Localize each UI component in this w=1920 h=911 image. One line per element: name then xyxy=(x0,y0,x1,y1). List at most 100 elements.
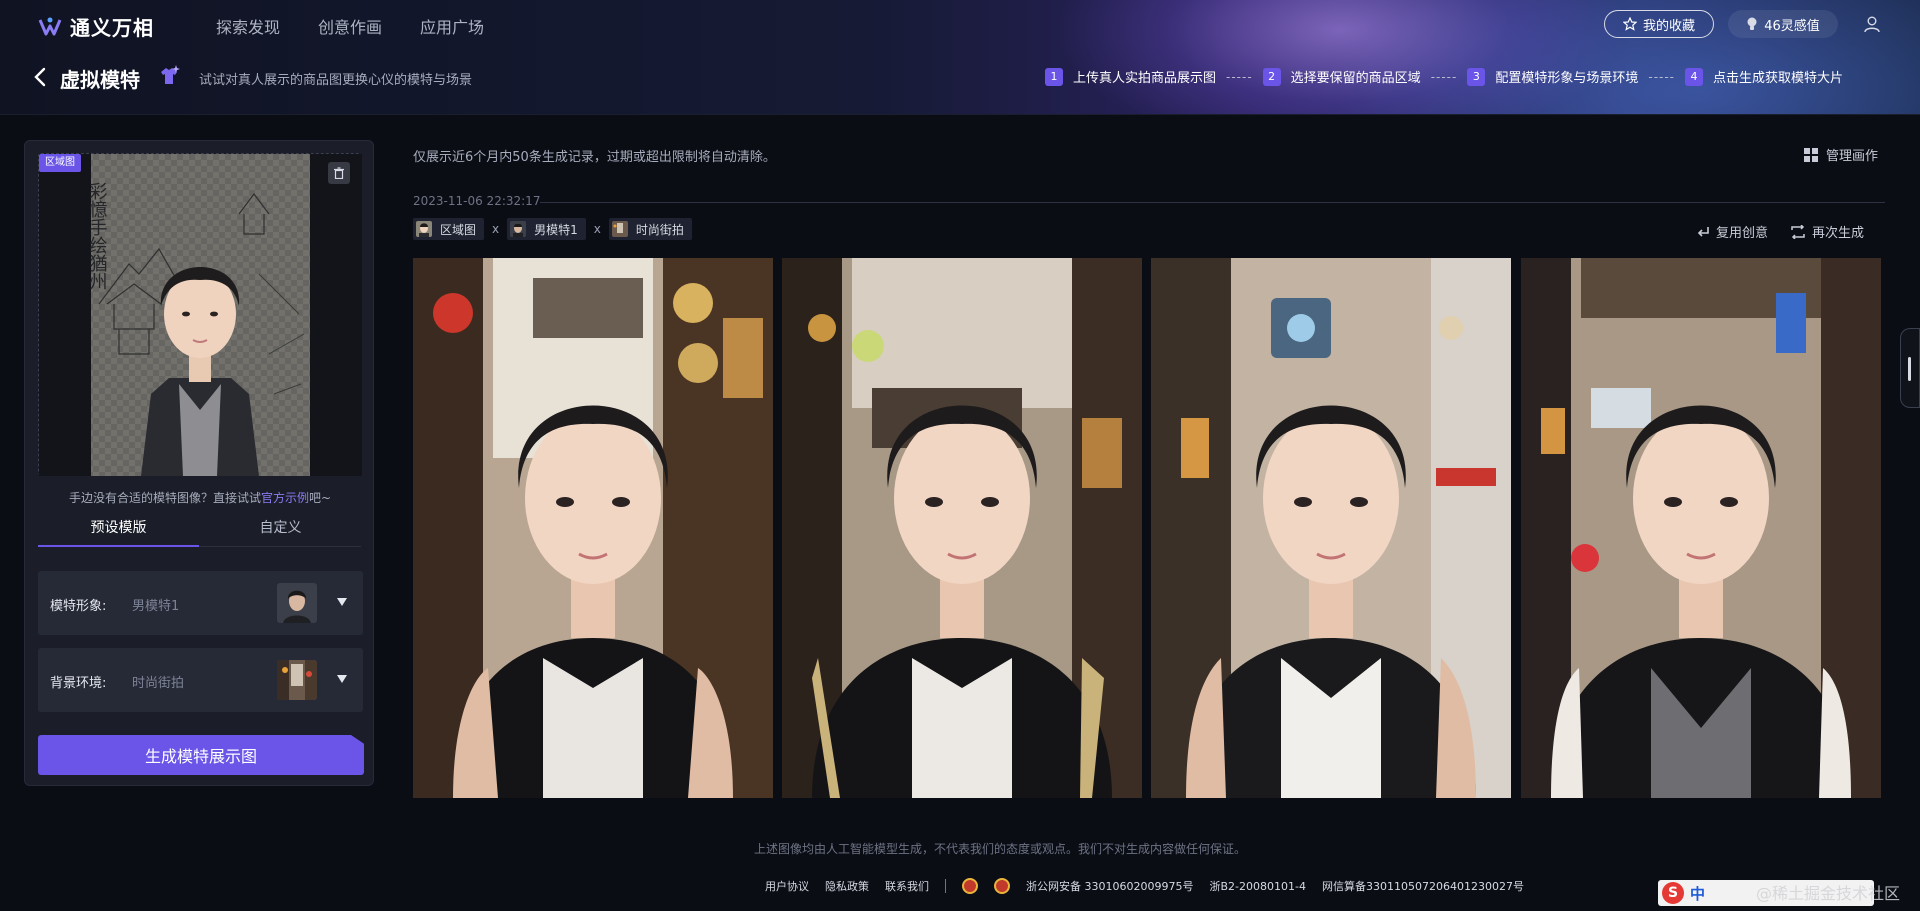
logo-icon xyxy=(38,17,62,35)
page-header: 虚拟模特 试试对真人展示的商品图更换心仪的模特与场景 1 上传真人实拍商品展示图… xyxy=(0,56,1920,100)
police-record[interactable]: 浙公网安备 33010602009975号 xyxy=(1026,878,1193,894)
header: 通义万相 探索发现 创意作画 应用广场 我的收藏 46灵感值 虚拟模特 试试对真… xyxy=(0,0,1920,115)
step-number: 3 xyxy=(1467,67,1486,86)
manage-artworks-button[interactable]: 管理画作 xyxy=(1804,145,1878,164)
back-arrow-icon[interactable] xyxy=(32,66,48,88)
star-icon xyxy=(1622,17,1637,31)
result-image-4[interactable] xyxy=(1521,258,1881,798)
user-icon xyxy=(1864,16,1880,33)
user-avatar-button[interactable] xyxy=(1858,10,1886,38)
icp-record[interactable]: 浙B2-20080101-4 xyxy=(1209,878,1305,894)
model-thumbnail xyxy=(277,583,317,623)
record-timestamp: 2023-11-06 22:32:17 xyxy=(413,194,541,208)
model-select[interactable]: 模特形象: 男模特1 xyxy=(38,571,363,635)
step-2: 2 选择要保留的商品区域 xyxy=(1262,67,1421,86)
step-label: 点击生成获取模特大片 xyxy=(1713,71,1844,86)
region-tag: 区域图 xyxy=(39,154,81,172)
official-example-link[interactable]: 官方示例 xyxy=(261,491,309,505)
chip-thumbnail xyxy=(510,221,527,237)
side-drawer-handle[interactable] xyxy=(1900,328,1920,408)
ai-disclaimer: 上述图像均由人工智能模型生成，不代表我们的态度或观点。我们不对生成内容做任何保证… xyxy=(753,842,1246,856)
step-separator: ----- xyxy=(1430,69,1458,84)
ime-language[interactable]: 中 xyxy=(1690,883,1705,904)
chip-label: 时尚街拍 xyxy=(635,222,684,237)
chip-label: 区域图 xyxy=(440,222,477,237)
chip-region: 区域图 xyxy=(413,218,485,240)
page-description: 试试对真人展示的商品图更换心仪的模特与场景 xyxy=(199,73,473,88)
main-nav: 探索发现 创意作画 应用广场 xyxy=(216,14,484,38)
favorites-label: 我的收藏 xyxy=(1642,18,1695,34)
record-chips: 区域图 x 男模特1 x 时尚街拍 xyxy=(413,218,692,240)
hint-suffix: 吧~ xyxy=(308,491,332,505)
chip-separator: x xyxy=(492,222,500,236)
step-3: 3 配置模特形象与场景环境 xyxy=(1467,67,1638,86)
chevron-down-icon xyxy=(337,598,347,606)
step-label: 选择要保留的商品区域 xyxy=(1290,71,1421,86)
mode-tabs: 预设模版 自定义 xyxy=(38,513,361,547)
points-badge[interactable]: 46灵感值 xyxy=(1728,10,1838,38)
config-panel: 彩憶手绘猶州 区域图 手边没有合适的模特图像？直接试试官方示例吧~ 预设模版 自… xyxy=(24,140,374,786)
nav-create[interactable]: 创意作画 xyxy=(318,14,382,38)
step-separator: ----- xyxy=(1226,69,1253,84)
step-1: 1 上传真人实拍商品展示图 xyxy=(1045,67,1216,86)
chevron-down-icon xyxy=(337,675,347,683)
step-label: 上传真人实拍商品展示图 xyxy=(1073,71,1217,86)
step-number: 1 xyxy=(1045,67,1063,86)
reuse-arrow-icon xyxy=(1697,226,1709,237)
calligraphy-text: 彩憶手绘猶州 xyxy=(87,182,108,290)
background-thumbnail xyxy=(277,660,317,700)
nav-explore[interactable]: 探索发现 xyxy=(216,14,280,38)
chip-label: 男模特1 xyxy=(534,222,578,237)
watermark: @稀土掘金技术社区 xyxy=(1756,884,1901,903)
footer-divider xyxy=(945,879,946,893)
footer: 用户协议 隐私政策 联系我们 浙公网安备 33010602009975号 浙B2… xyxy=(765,878,1524,894)
sogou-icon: S xyxy=(1662,882,1684,904)
step-4: 4 点击生成获取模特大片 xyxy=(1685,67,1843,86)
police-emblem-icon xyxy=(962,878,978,894)
upload-area[interactable]: 彩憶手绘猶州 区域图 xyxy=(38,153,362,476)
app-name: 通义万相 xyxy=(70,16,154,40)
uploaded-region-image: 彩憶手绘猶州 xyxy=(39,154,362,476)
generate-button[interactable]: 生成模特展示图 xyxy=(38,735,364,775)
record-actions: 复用创意 再次生成 xyxy=(1696,222,1864,241)
app-logo[interactable]: 通义万相 xyxy=(38,12,154,41)
chip-separator: x xyxy=(593,222,601,236)
police-badge-icon xyxy=(994,878,1010,894)
trash-icon xyxy=(334,167,344,179)
nav-apps[interactable]: 应用广场 xyxy=(420,14,484,38)
reuse-button[interactable]: 复用创意 xyxy=(1696,222,1768,241)
footer-link-terms[interactable]: 用户协议 xyxy=(765,878,809,894)
step-label: 配置模特形象与场景环境 xyxy=(1495,71,1639,86)
chip-thumbnail xyxy=(416,221,432,237)
chip-background: 时尚街拍 xyxy=(608,218,692,240)
chip-model: 男模特1 xyxy=(507,218,586,240)
algorithm-record[interactable]: 网信算备330110507206401230027号 xyxy=(1322,878,1524,894)
reuse-label: 复用创意 xyxy=(1716,226,1769,241)
tab-custom[interactable]: 自定义 xyxy=(200,513,361,547)
step-number: 2 xyxy=(1262,67,1281,86)
sample-hint: 手边没有合适的模特图像？直接试试官方示例吧~ xyxy=(25,489,375,506)
footer-link-privacy[interactable]: 隐私政策 xyxy=(825,878,869,894)
refresh-icon xyxy=(1791,224,1805,239)
tab-preset[interactable]: 预设模版 xyxy=(38,513,199,547)
chip-thumbnail xyxy=(611,221,628,237)
favorites-button[interactable]: 我的收藏 xyxy=(1604,10,1714,38)
sparkle-shirt-icon xyxy=(161,65,180,84)
result-image-3[interactable] xyxy=(1151,258,1511,798)
delete-image-button[interactable] xyxy=(328,162,350,184)
result-image-1[interactable] xyxy=(413,258,773,798)
background-select[interactable]: 背景环境: 时尚街拍 xyxy=(38,648,363,712)
regenerate-button[interactable]: 再次生成 xyxy=(1790,222,1864,241)
model-value: 男模特1 xyxy=(132,599,180,614)
result-image-2[interactable] xyxy=(782,258,1142,798)
result-gallery xyxy=(413,258,1881,798)
footer-link-contact[interactable]: 联系我们 xyxy=(885,878,929,894)
step-number: 4 xyxy=(1685,67,1704,86)
page-title: 虚拟模特 xyxy=(60,68,140,92)
manage-label: 管理画作 xyxy=(1826,149,1879,164)
hint-text: 手边没有合适的模特图像？直接试试 xyxy=(68,491,261,505)
regenerate-label: 再次生成 xyxy=(1812,226,1865,241)
history-notice: 仅展示近6个月内50条生成记录，过期或超出限制将自动清除。 xyxy=(413,150,776,165)
steps-bar: 1 上传真人实拍商品展示图 ----- 2 选择要保留的商品区域 ----- 3… xyxy=(1045,67,1843,86)
step-separator: ----- xyxy=(1648,69,1676,84)
